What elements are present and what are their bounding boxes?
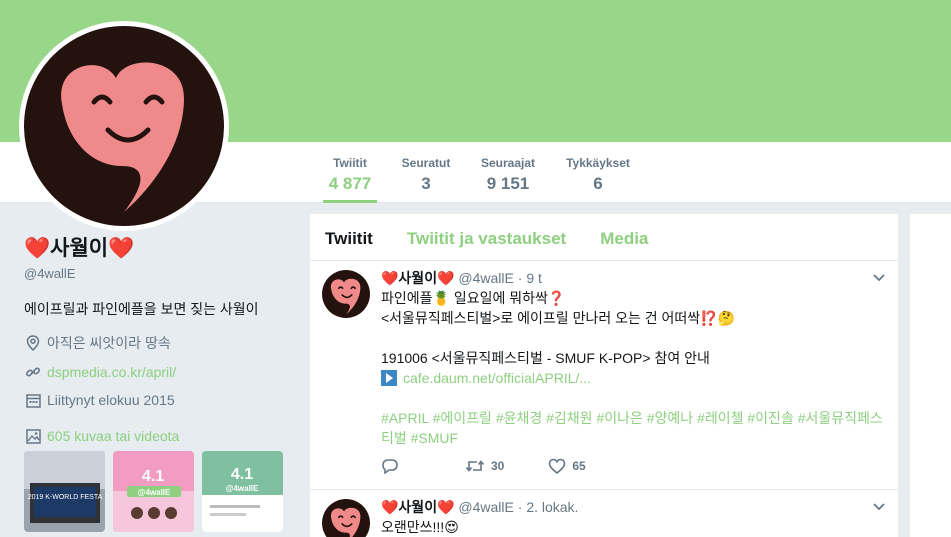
tweet-avatar[interactable] xyxy=(322,499,370,537)
like-button[interactable]: 65 xyxy=(548,458,586,474)
thumbnail-caption: @4wallE xyxy=(138,488,171,497)
chevron-down-icon[interactable] xyxy=(872,499,886,515)
profile-joined: Liittynyt elokuu 2015 xyxy=(24,391,294,409)
reply-icon xyxy=(382,459,398,474)
tab-followers-label: Seuraajat xyxy=(480,156,536,170)
tweet-text-line: 191006 <서울뮤직페스티벌 - SMUF K-POP> 참여 안내 xyxy=(381,350,710,366)
tab-following-label: Seuratut xyxy=(401,156,451,170)
tweet-text-line: <서울뮤직페스티벌>로 에이프릴 만나러 오는 건 어떠싹⁉️🤔 xyxy=(381,310,736,326)
thumbnail-image: 4.1 @4wallE xyxy=(113,451,194,532)
profile-avatar[interactable] xyxy=(19,21,229,231)
tweet[interactable]: ❤️사월이❤️ @4wallE · 9 t 파인에플🍍 일요일에 뭐하싹❓ <서… xyxy=(310,262,898,490)
tab-following-count: 3 xyxy=(421,174,431,193)
profile-location: 아직은 씨앗이라 땅속 xyxy=(24,333,294,353)
play-icon xyxy=(381,370,397,386)
tweet-body: 오랜만쓰!!!😍 xyxy=(381,517,891,537)
tab-timeline-tweets[interactable]: Twiitit xyxy=(325,214,373,260)
tweet-time[interactable]: 2. lokak. xyxy=(526,499,578,515)
media-thumbnails: 2019 K-WORLD FESTA 4.1 @4wallE 4.1 @4wal… xyxy=(24,451,283,532)
retweet-count: 30 xyxy=(491,459,505,473)
tab-likes-label: Tykkäykset xyxy=(566,156,630,170)
chevron-down-icon[interactable] xyxy=(872,270,886,286)
profile-website-link[interactable]: dspmedia.co.kr/april/ xyxy=(47,364,176,380)
location-pin-icon xyxy=(24,334,42,352)
thumbnail-caption: 2019 K-WORLD FESTA xyxy=(28,494,103,501)
tab-timeline-media[interactable]: Media xyxy=(600,214,648,260)
tweet-dot: · xyxy=(517,270,523,286)
tweet-avatar[interactable] xyxy=(322,270,370,318)
timeline-tabs: Twiitit Twiitit ja vastaukset Media xyxy=(310,214,898,261)
tweet-link[interactable]: cafe.daum.net/officialAPRIL/... xyxy=(403,368,591,388)
tweet-body: 파인에플🍍 일요일에 뭐하싹❓ <서울뮤직페스티벌>로 에이프릴 만나러 오는 … xyxy=(381,288,891,448)
tweet-header: ❤️사월이❤️ @4wallE · 9 t xyxy=(381,268,542,288)
tweet-time[interactable]: 9 t xyxy=(526,270,542,286)
tweet-hashtags[interactable]: #APRIL #에이프릴 #윤채경 #김채원 #이나은 #양예나 #레이첼 #이… xyxy=(381,408,891,448)
tweet-author-name[interactable]: ❤️사월이❤️ xyxy=(381,270,455,286)
tweet-author-name[interactable]: ❤️사월이❤️ xyxy=(381,499,455,515)
tab-likes[interactable]: Tykkäykset 6 xyxy=(563,156,633,194)
thumbnail-image: 4.1 @4wallE xyxy=(202,451,283,532)
heart-mascot-icon xyxy=(330,507,361,537)
profile-name: ❤️사월이❤️ xyxy=(24,237,135,260)
profile-bio: 에이프릴과 파인에플을 보면 짖는 사월이 xyxy=(24,301,259,317)
tab-followers[interactable]: Seuraajat 9 151 xyxy=(478,156,538,194)
heart-mascot-icon xyxy=(61,62,184,213)
tab-tweets-label: Twiitit xyxy=(333,156,367,170)
thumbnail-image: 2019 K-WORLD FESTA xyxy=(24,451,105,532)
tweet[interactable]: ❤️사월이❤️ @4wallE · 2. lokak. 오랜만쓰!!!😍 xyxy=(310,491,898,537)
profile-joined-text: Liittynyt elokuu 2015 xyxy=(47,392,175,408)
profile-media[interactable]: 605 kuvaa tai videota xyxy=(24,427,294,445)
tweet-actions: 30 65 xyxy=(381,458,630,474)
calendar-icon xyxy=(24,391,42,409)
side-panel xyxy=(910,214,951,537)
tab-timeline-replies[interactable]: Twiitit ja vastaukset xyxy=(407,214,566,260)
reply-button[interactable] xyxy=(381,458,399,474)
heart-mascot-icon xyxy=(330,278,361,315)
heart-icon xyxy=(549,458,566,474)
retweet-button[interactable]: 30 xyxy=(465,458,504,474)
profile-location-text: 아직은 씨앗이라 땅속 xyxy=(47,335,171,351)
tweet-dot: · xyxy=(517,499,523,515)
profile-media-link[interactable]: 605 kuvaa tai videota xyxy=(47,428,179,444)
tab-tweets[interactable]: Twiitit 4 877 xyxy=(323,156,377,203)
svg-text:4.1: 4.1 xyxy=(231,466,253,483)
link-icon xyxy=(24,363,42,381)
svg-text:4.1: 4.1 xyxy=(142,468,164,485)
media-thumbnail[interactable]: 2019 K-WORLD FESTA xyxy=(24,451,105,532)
timeline: Twiitit Twiitit ja vastaukset Media ❤️사월… xyxy=(310,214,898,537)
tab-following[interactable]: Seuratut 3 xyxy=(399,156,453,194)
profile-website: dspmedia.co.kr/april/ xyxy=(24,363,294,381)
tab-followers-count: 9 151 xyxy=(486,174,530,193)
profile-handle[interactable]: @4wallE xyxy=(24,266,294,281)
media-thumbnail[interactable]: 4.1 @4wallE xyxy=(113,451,194,532)
image-icon xyxy=(24,427,42,445)
retweet-icon xyxy=(465,460,485,472)
tab-tweets-count: 4 877 xyxy=(328,174,372,193)
media-thumbnail[interactable]: 4.1 @4wallE xyxy=(202,451,283,532)
tweet-author-handle[interactable]: @4wallE xyxy=(458,499,513,515)
tweet-text-line: 파인에플🍍 일요일에 뭐하싹❓ xyxy=(381,290,566,306)
profile-card: ❤️사월이❤️ @4wallE 에이프릴과 파인에플을 보면 짖는 사월이 아직… xyxy=(24,234,294,445)
tab-likes-count: 6 xyxy=(593,174,603,193)
tweet-text-line: 오랜만쓰!!!😍 xyxy=(381,519,459,535)
tweet-author-handle[interactable]: @4wallE xyxy=(458,270,513,286)
tweet-header: ❤️사월이❤️ @4wallE · 2. lokak. xyxy=(381,497,578,517)
like-count: 65 xyxy=(572,459,586,473)
thumbnail-caption: @4wallE xyxy=(226,484,259,493)
